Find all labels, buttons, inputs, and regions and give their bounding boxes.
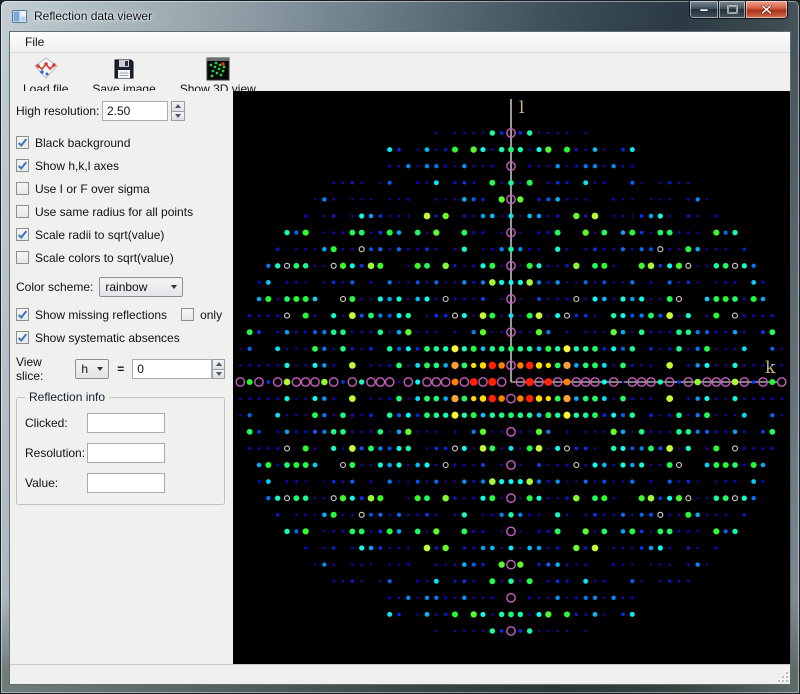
- clicked-label: Clicked:: [25, 416, 87, 430]
- value-input[interactable]: [87, 473, 165, 493]
- maximize-icon: [727, 5, 738, 14]
- checkbox-black-background[interactable]: Black background: [16, 131, 225, 154]
- spinner-down-button[interactable]: [171, 112, 185, 122]
- l-axis-label: l: [519, 97, 524, 117]
- resize-grip[interactable]: [776, 670, 788, 682]
- checkbox-label: Show systematic absences: [35, 331, 180, 345]
- reflection-info-group: Reflection info Clicked: Resolution: Val…: [16, 397, 225, 505]
- menu-bar: File: [10, 32, 790, 53]
- slice-spinner: [212, 359, 225, 379]
- close-button[interactable]: [746, 1, 788, 19]
- content-area: High resolution: Black background Show h…: [10, 91, 790, 664]
- high-resolution-row: High resolution:: [16, 101, 225, 121]
- spinner-up-button[interactable]: [171, 101, 185, 112]
- clicked-row: Clicked:: [25, 408, 216, 438]
- toolbar: Load file Save image: [10, 53, 790, 91]
- checkbox-icon[interactable]: [16, 182, 29, 195]
- checkbox-only-icon[interactable]: [181, 308, 194, 321]
- checkbox-icon[interactable]: [16, 331, 29, 344]
- maximize-button[interactable]: [718, 1, 746, 19]
- triangle-down-icon: [175, 114, 181, 118]
- checkbox-show-missing[interactable]: Show missing reflections only: [16, 303, 225, 326]
- checkbox-show-systematic[interactable]: Show systematic absences: [16, 326, 225, 349]
- window-controls: [689, 1, 788, 19]
- floppy-disk-icon: [112, 57, 136, 81]
- minimize-button[interactable]: [689, 1, 718, 19]
- scatter-plot-icon: [34, 57, 58, 81]
- chevron-down-icon: [97, 367, 103, 371]
- slice-axis-dropdown[interactable]: h: [75, 359, 109, 379]
- slice-axis-value: h: [81, 362, 88, 376]
- checkbox-label: Use same radius for all points: [35, 205, 193, 219]
- title-bar[interactable]: Reflection data viewer: [1, 1, 799, 31]
- high-resolution-spinner: [171, 101, 185, 121]
- resolution-row: Resolution:: [25, 438, 216, 468]
- checkbox-icon[interactable]: [16, 205, 29, 218]
- checkbox-icon[interactable]: [16, 136, 29, 149]
- k-axis-label: k: [765, 357, 776, 377]
- spinner-up-button[interactable]: [212, 359, 225, 370]
- checkbox-label: Black background: [35, 136, 130, 150]
- equals-label: =: [117, 362, 124, 376]
- triangle-up-icon: [216, 362, 222, 366]
- view-slice-label: View slice:: [16, 355, 67, 383]
- checkbox-icon[interactable]: [16, 308, 29, 321]
- checkbox-label: Scale colors to sqrt(value): [35, 251, 174, 265]
- slice-index-input[interactable]: [132, 359, 212, 379]
- checkbox-icon[interactable]: [16, 251, 29, 264]
- reflection-info-title: Reflection info: [25, 390, 109, 404]
- close-icon: [761, 5, 772, 14]
- checkbox-label: Scale radii to sqrt(value): [35, 228, 164, 242]
- checkbox-icon[interactable]: [16, 228, 29, 241]
- app-client-area: File Load file: [9, 31, 791, 685]
- window-title: Reflection data viewer: [34, 9, 152, 23]
- reflection-canvas[interactable]: l k: [233, 91, 790, 664]
- spinner-down-button[interactable]: [212, 370, 225, 380]
- status-bar: [10, 664, 790, 684]
- app-window: Reflection data viewer File: [0, 0, 800, 694]
- checkbox-scale-radii[interactable]: Scale radii to sqrt(value): [16, 223, 225, 246]
- color-scheme-row: Color scheme: rainbow: [16, 277, 225, 297]
- app-icon: [12, 10, 27, 23]
- checkbox-show-hkl-axes[interactable]: Show h,k,l axes: [16, 154, 225, 177]
- checkbox-label: Show h,k,l axes: [35, 159, 119, 173]
- value-label: Value:: [25, 476, 87, 490]
- clicked-input[interactable]: [87, 413, 165, 433]
- checkbox-scale-colors[interactable]: Scale colors to sqrt(value): [16, 246, 225, 269]
- view-slice-row: View slice: h =: [16, 355, 225, 383]
- high-resolution-label: High resolution:: [16, 104, 102, 118]
- value-row: Value:: [25, 468, 216, 498]
- color-scheme-value: rainbow: [105, 280, 147, 294]
- checkbox-label: Use I or F over sigma: [35, 182, 150, 196]
- control-panel: High resolution: Black background Show h…: [10, 91, 233, 664]
- checkbox-i-or-f-over-sigma[interactable]: Use I or F over sigma: [16, 177, 225, 200]
- menu-file[interactable]: File: [17, 33, 52, 51]
- color-scheme-label: Color scheme:: [16, 280, 93, 294]
- resolution-input[interactable]: [87, 443, 165, 463]
- triangle-down-icon: [216, 372, 222, 376]
- checkbox-label: Show missing reflections: [35, 308, 167, 322]
- chevron-down-icon: [171, 285, 177, 289]
- color-scheme-dropdown[interactable]: rainbow: [99, 277, 183, 297]
- checkbox-same-radius[interactable]: Use same radius for all points: [16, 200, 225, 223]
- resolution-label: Resolution:: [25, 446, 87, 460]
- minimize-icon: [699, 8, 709, 12]
- view-3d-icon: [206, 57, 230, 81]
- reflection-pattern[interactable]: l k: [233, 91, 790, 664]
- checkbox-icon[interactable]: [16, 159, 29, 172]
- checkbox-only-label: only: [200, 308, 222, 322]
- high-resolution-input[interactable]: [102, 101, 168, 121]
- triangle-up-icon: [175, 104, 181, 108]
